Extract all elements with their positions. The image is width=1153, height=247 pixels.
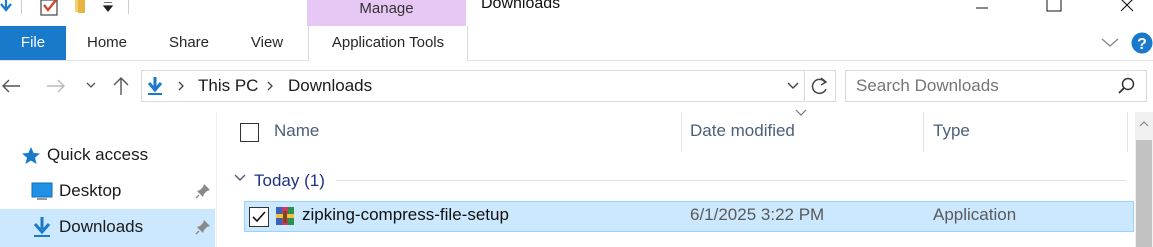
qat-divider xyxy=(21,0,22,14)
tab-view[interactable]: View xyxy=(238,26,296,60)
file-type: Application xyxy=(933,205,1017,224)
tab-application-tools[interactable]: Application Tools xyxy=(308,26,468,61)
column-header-type[interactable]: Type xyxy=(933,121,970,141)
column-header-name[interactable]: Name xyxy=(274,121,319,141)
close-icon[interactable] xyxy=(1105,0,1151,14)
chevron-right-icon[interactable] xyxy=(176,81,186,91)
address-dropdown-icon[interactable] xyxy=(786,81,800,91)
row-checkbox[interactable] xyxy=(249,207,269,227)
breadcrumb-this-pc[interactable]: This PC xyxy=(198,76,258,96)
expand-ribbon-icon[interactable] xyxy=(1100,36,1120,50)
maximize-icon[interactable] xyxy=(1031,0,1077,14)
vertical-scrollbar[interactable] xyxy=(1135,112,1153,247)
sort-chevron-icon xyxy=(795,109,807,116)
column-divider xyxy=(681,112,682,152)
nav-divider xyxy=(216,112,217,247)
nav-item-label: Desktop xyxy=(59,181,122,200)
column-divider xyxy=(1127,112,1128,152)
back-icon[interactable] xyxy=(0,78,22,94)
search-icon[interactable] xyxy=(1118,77,1136,95)
nav-item-quick-access[interactable]: Quick access xyxy=(0,138,215,172)
up-icon[interactable] xyxy=(112,76,130,96)
properties-checkbox-icon[interactable] xyxy=(40,0,60,16)
qat-divider xyxy=(128,0,129,14)
recent-locations-icon[interactable] xyxy=(85,81,97,91)
scrollbar-thumb[interactable] xyxy=(1136,140,1152,247)
window-title: Downloads xyxy=(481,0,561,12)
help-icon[interactable]: ? xyxy=(1131,32,1153,54)
archive-installer-icon xyxy=(276,207,294,225)
nav-item-label: Downloads xyxy=(59,217,144,236)
select-all-checkbox[interactable] xyxy=(240,123,259,142)
breadcrumb-downloads[interactable]: Downloads xyxy=(288,76,372,96)
tab-share[interactable]: Share xyxy=(157,26,221,60)
forward-icon[interactable] xyxy=(45,78,67,94)
nav-item-downloads[interactable]: Downloads xyxy=(0,209,215,247)
pin-icon[interactable] xyxy=(195,219,211,235)
collapse-group-icon[interactable] xyxy=(233,173,247,183)
minimize-icon[interactable] xyxy=(959,0,1005,14)
tab-file[interactable]: File xyxy=(0,26,66,60)
tab-home[interactable]: Home xyxy=(73,26,141,60)
desktop-icon xyxy=(31,182,53,200)
group-divider xyxy=(336,180,1126,181)
group-label: Today (1) xyxy=(254,171,325,190)
qat-customize-icon[interactable] xyxy=(102,2,114,14)
file-name[interactable]: zipking-compress-file-setup xyxy=(302,205,509,225)
down-arrow-icon[interactable] xyxy=(0,0,12,14)
download-arrow-icon xyxy=(147,77,163,95)
file-date-modified: 6/1/2025 3:22 PM xyxy=(690,205,825,224)
checkmark-icon xyxy=(252,211,266,223)
refresh-icon[interactable] xyxy=(810,77,830,97)
manage-context-tab[interactable]: Manage xyxy=(307,0,466,26)
scroll-up-icon[interactable] xyxy=(1138,120,1150,128)
svg-text:?: ? xyxy=(1137,36,1147,53)
new-folder-icon[interactable] xyxy=(73,0,93,14)
column-divider xyxy=(923,112,924,152)
search-input[interactable] xyxy=(845,70,1147,102)
download-arrow-icon xyxy=(33,217,51,237)
nav-item-label: Quick access xyxy=(47,145,149,164)
star-icon xyxy=(22,147,40,164)
nav-item-desktop[interactable]: Desktop xyxy=(0,174,215,208)
pin-icon[interactable] xyxy=(195,183,211,199)
column-header-date-modified[interactable]: Date modified xyxy=(690,121,795,141)
chevron-right-icon[interactable] xyxy=(265,81,275,91)
